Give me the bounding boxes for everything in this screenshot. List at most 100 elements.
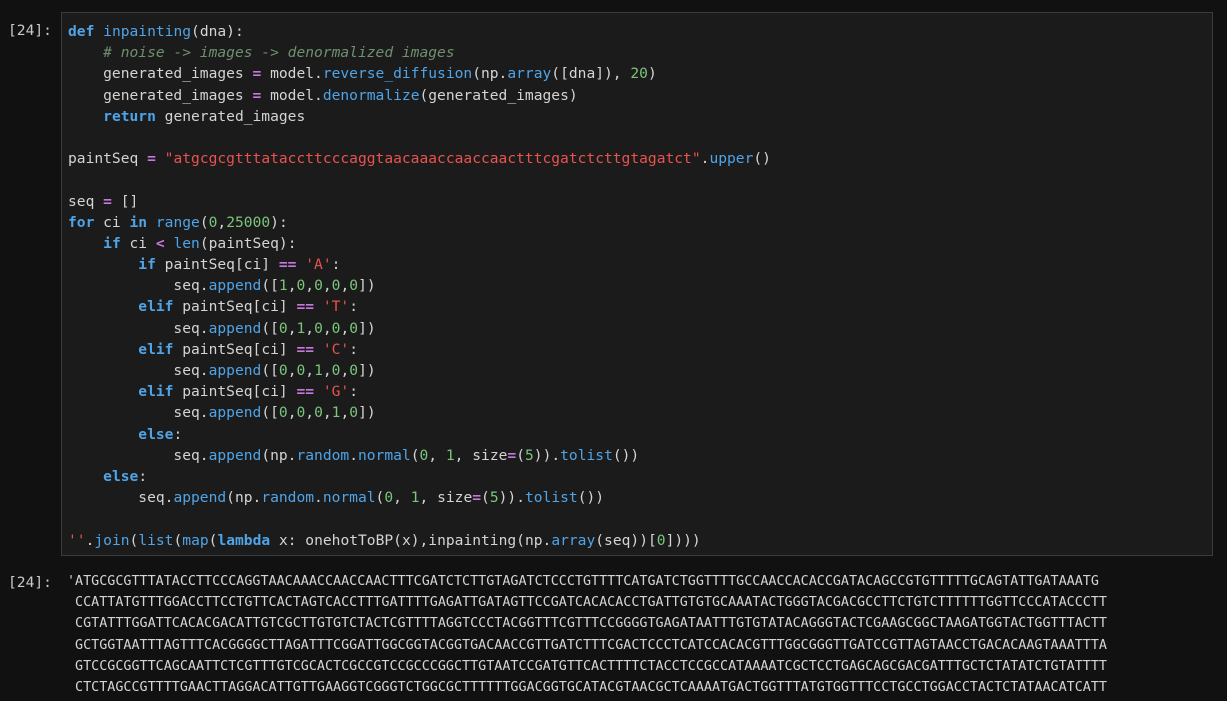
code-line[interactable]: seq.append([0,0,0,1,0]): [68, 402, 771, 423]
output-cell: [24]: 'ATGCGCGTTTATACCTTCCCAGGTAACAAACCA…: [0, 571, 1227, 701]
code-token: ,: [322, 319, 332, 337]
code-token: ]): [358, 362, 376, 379]
code-token: =: [147, 150, 156, 168]
code-token: <: [155, 234, 165, 252]
code-token: ,: [428, 446, 446, 464]
code-token: (: [129, 531, 139, 549]
code-token: seq.: [68, 319, 209, 337]
code-token: append: [208, 319, 262, 337]
code-token: ([: [261, 277, 279, 295]
code-token: ,: [340, 362, 350, 379]
code-token: in: [129, 213, 148, 231]
code-token: (: [516, 446, 525, 464]
code-line[interactable]: [68, 508, 771, 529]
code-token: 0: [314, 277, 323, 295]
code-token: append: [208, 277, 262, 295]
code-line[interactable]: seq.append(np.random.normal(0, 1, size=(…: [68, 445, 771, 466]
code-token: model.: [261, 65, 323, 83]
code-token: # noise -> images -> denormalized images: [103, 44, 455, 62]
code-token: return: [103, 107, 156, 125]
code-token: , size: [454, 446, 508, 464]
code-line[interactable]: [68, 169, 771, 190]
code-token: 0: [349, 404, 359, 422]
code-token: elif: [138, 340, 174, 358]
code-token: :: [349, 383, 358, 401]
code-line[interactable]: generated_images = model.denormalize(gen…: [68, 85, 771, 106]
code-token: )).: [533, 446, 561, 464]
code-token: tolist: [524, 489, 578, 507]
code-line[interactable]: else:: [68, 466, 771, 487]
code-token: (: [410, 446, 420, 464]
code-token: ci: [120, 234, 156, 252]
code-token: random: [261, 489, 315, 507]
code-token: )).: [498, 489, 525, 507]
code-token: (generated_images): [419, 86, 578, 104]
code-token: =: [252, 65, 262, 83]
code-line[interactable]: seq.append([0,0,1,0,0]): [68, 360, 771, 381]
code-line[interactable]: seq.append([1,0,0,0,0]): [68, 275, 771, 296]
code-token: 0: [296, 404, 306, 422]
code-token: 0: [419, 446, 429, 464]
code-line[interactable]: if ci < len(paintSeq):: [68, 233, 771, 254]
code-token: (seq))[: [595, 531, 657, 549]
code-token: tolist: [560, 446, 613, 464]
code-line[interactable]: for ci in range(0,25000):: [68, 212, 771, 233]
code-token: 1: [445, 446, 455, 464]
code-token: 5: [524, 446, 534, 464]
code-token: else: [103, 467, 139, 485]
code-token: ,: [322, 277, 332, 295]
input-cell[interactable]: [24]: def inpainting(dna): # noise -> im…: [0, 12, 1227, 558]
code-token: 0: [349, 319, 359, 337]
code-editor[interactable]: def inpainting(dna): # noise -> images -…: [61, 12, 1213, 556]
code-token: append: [173, 489, 227, 507]
code-token: ([: [261, 362, 279, 379]
code-token: ,: [217, 213, 227, 231]
code-token: :: [331, 256, 341, 274]
code-line[interactable]: # noise -> images -> denormalized images: [68, 42, 771, 63]
code-token: range: [155, 213, 200, 231]
code-token: :: [138, 467, 148, 485]
code-token: ,: [305, 277, 315, 295]
code-token: (np.: [472, 65, 508, 83]
code-token: ==: [296, 340, 315, 358]
code-token: list: [138, 531, 174, 549]
code-token: normal: [357, 446, 411, 464]
code-token: if: [103, 234, 121, 252]
code-line[interactable]: else:: [68, 424, 771, 445]
output-line: 'ATGCGCGTTTATACCTTCCCAGGTAACAAACCAACCAAC…: [67, 574, 1099, 589]
code-line[interactable]: [68, 127, 771, 148]
code-token: 'T': [322, 298, 350, 316]
code-token: :: [349, 298, 358, 316]
code-token: ):: [270, 213, 288, 231]
code-token: 1: [296, 319, 306, 337]
code-line[interactable]: seq.append([0,1,0,0,0]): [68, 318, 771, 339]
code-token: (np.: [261, 446, 297, 464]
code-line[interactable]: seq = []: [68, 191, 771, 212]
code-line[interactable]: ''.join(list(map(lambda x: onehotToBP(x)…: [68, 530, 771, 551]
code-block[interactable]: def inpainting(dna): # noise -> images -…: [68, 21, 771, 551]
code-line[interactable]: generated_images = model.reverse_diffusi…: [68, 63, 771, 84]
code-token: 0: [656, 531, 666, 549]
code-line[interactable]: if paintSeq[ci] == 'A':: [68, 254, 771, 275]
code-line[interactable]: seq.append(np.random.normal(0, 1, size=(…: [68, 487, 771, 508]
code-token: "atgcgcgtttataccttcccaggtaacaaaccaaccaac…: [164, 150, 701, 168]
code-line[interactable]: elif paintSeq[ci] == 'T':: [68, 296, 771, 317]
code-token: generated_images: [155, 107, 306, 125]
code-line[interactable]: return generated_images: [68, 106, 771, 127]
code-token: x: onehotToBP(x),inpainting(np.: [270, 531, 552, 549]
code-token: 1: [410, 489, 420, 507]
code-token: elif: [138, 383, 174, 401]
code-token: denormalize: [322, 86, 420, 104]
code-token: elif: [138, 298, 174, 316]
code-line[interactable]: elif paintSeq[ci] == 'G':: [68, 381, 771, 402]
code-token: seq.: [68, 277, 209, 295]
code-token: ,: [305, 319, 315, 337]
code-line[interactable]: paintSeq = "atgcgcgtttataccttcccaggtaaca…: [68, 148, 771, 169]
code-line[interactable]: elif paintSeq[ci] == 'C':: [68, 339, 771, 360]
code-line[interactable]: def inpainting(dna):: [68, 21, 771, 42]
